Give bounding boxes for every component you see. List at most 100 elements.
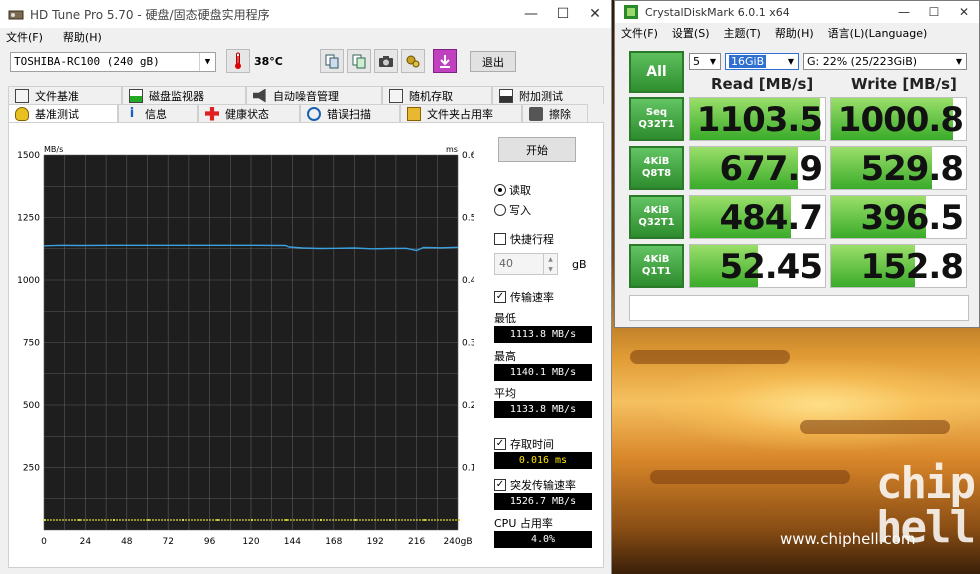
down-arrow-icon[interactable]: ▼ bbox=[548, 266, 553, 273]
size-select[interactable]: 16GiB ▼ bbox=[725, 53, 799, 70]
y-left-tick-label: 1250 bbox=[17, 214, 40, 224]
spinner-arrows[interactable]: ▲ ▼ bbox=[543, 254, 557, 274]
tab-erase[interactable]: 擦除 bbox=[522, 104, 588, 122]
avg-label: 平均 bbox=[494, 387, 516, 400]
test-name: Seq bbox=[645, 107, 668, 118]
drive-select[interactable]: TOSHIBA-RC100 (240 gB) ▼ bbox=[10, 52, 216, 72]
read-radio[interactable]: 读取 bbox=[494, 182, 531, 198]
info-icon: i bbox=[129, 105, 135, 121]
options-button[interactable] bbox=[401, 49, 425, 73]
x-tick-label: 24 bbox=[80, 537, 92, 547]
cdm-menu-settings[interactable]: 设置(S) bbox=[672, 25, 710, 41]
thermometer-button[interactable] bbox=[226, 49, 250, 73]
tab-error-scan[interactable]: 错误扫描 bbox=[300, 104, 400, 122]
test-button[interactable]: 4KiB Q8T8 bbox=[629, 146, 684, 190]
runs-select[interactable]: 5 ▼ bbox=[689, 53, 721, 70]
up-arrow-icon[interactable]: ▲ bbox=[548, 256, 553, 263]
cdm-minimize-button[interactable]: — bbox=[889, 1, 919, 23]
save-download-button[interactable] bbox=[433, 49, 457, 73]
tab-extra-tests[interactable]: 附加测试 bbox=[492, 86, 604, 104]
tab-disk-monitor[interactable]: 磁盘监视器 bbox=[122, 86, 246, 104]
toolbar: TOSHIBA-RC100 (240 gB) ▼ 38°C 退出 bbox=[0, 46, 611, 80]
cdm-titlebar[interactable]: CrystalDiskMark 6.0.1 x64 — ☐ ✕ bbox=[615, 1, 979, 23]
exit-button[interactable]: 退出 bbox=[470, 51, 516, 72]
thermometer-icon bbox=[235, 52, 241, 69]
x-tick-label: 240gB bbox=[443, 537, 472, 547]
test-queue: Q1T1 bbox=[641, 266, 672, 277]
y-right-tick-label: 0.30 bbox=[462, 339, 474, 349]
maximize-button[interactable]: ☐ bbox=[547, 0, 579, 28]
tab-random-access[interactable]: 随机存取 bbox=[382, 86, 492, 104]
tab-label: 自动噪音管理 bbox=[273, 89, 339, 103]
read-result-value: 1103.5 bbox=[696, 100, 823, 140]
read-result-cell: 1103.5 bbox=[689, 97, 826, 141]
test-name: 4KiB bbox=[643, 156, 670, 167]
y-left-tick-label: 750 bbox=[23, 339, 40, 349]
test-name: 4KiB bbox=[643, 205, 670, 216]
health-cross-icon bbox=[205, 106, 219, 121]
test-button[interactable]: Seq Q32T1 bbox=[629, 97, 684, 141]
short-stroke-checkbox[interactable]: 快捷行程 bbox=[494, 231, 554, 247]
screenshot-button[interactable] bbox=[374, 49, 398, 73]
read-result-cell: 52.45 bbox=[689, 244, 826, 288]
tab-aam[interactable]: 自动噪音管理 bbox=[246, 86, 382, 104]
extra-tests-icon bbox=[499, 88, 513, 103]
y-left-unit: MB/s bbox=[44, 145, 63, 154]
y-right-tick-label: 0.20 bbox=[462, 401, 474, 411]
transfer-rate-checkbox[interactable]: ✓ 传输速率 bbox=[494, 289, 554, 305]
tab-folder-usage[interactable]: 文件夹占用率 bbox=[400, 104, 522, 122]
tab-label: 擦除 bbox=[549, 107, 571, 121]
min-label: 最低 bbox=[494, 312, 516, 325]
disk-monitor-icon bbox=[129, 88, 143, 103]
write-radio[interactable]: 写入 bbox=[494, 202, 531, 218]
tab-health[interactable]: 健康状态 bbox=[198, 104, 300, 122]
copy-text-button[interactable] bbox=[320, 49, 344, 73]
copy-info-button[interactable] bbox=[347, 49, 371, 73]
test-button[interactable]: 4KiB Q1T1 bbox=[629, 244, 684, 288]
access-time-checkbox[interactable]: ✓ 存取时间 bbox=[494, 436, 554, 452]
trash-icon bbox=[529, 106, 543, 121]
tab-benchmark[interactable]: 基准测试 bbox=[8, 104, 118, 122]
drive-target-select[interactable]: G: 22% (25/223GiB) ▼ bbox=[803, 53, 967, 70]
chart-grid bbox=[43, 154, 459, 531]
menu-help[interactable]: 帮助(H) bbox=[63, 29, 102, 45]
comment-field[interactable] bbox=[629, 295, 969, 321]
file-benchmark-icon bbox=[15, 88, 29, 103]
cdm-menu-theme[interactable]: 主题(T) bbox=[724, 25, 761, 41]
x-tick-label: 144 bbox=[284, 537, 301, 547]
minimize-button[interactable]: — bbox=[515, 0, 547, 28]
cdm-menu-help[interactable]: 帮助(H) bbox=[775, 25, 814, 41]
short-stroke-spinner[interactable]: 40 ▲ ▼ bbox=[494, 253, 558, 275]
chevron-down-icon[interactable]: ▼ bbox=[706, 54, 720, 69]
test-button[interactable]: 4KiB Q32T1 bbox=[629, 195, 684, 239]
run-all-button[interactable]: All bbox=[629, 51, 684, 93]
tab-info[interactable]: i 信息 bbox=[118, 104, 198, 122]
wallpaper-cloud bbox=[630, 350, 790, 364]
chevron-down-icon[interactable]: ▼ bbox=[199, 53, 215, 71]
lightbulb-icon bbox=[15, 106, 29, 121]
cdm-maximize-button[interactable]: ☐ bbox=[919, 1, 949, 23]
menu-file[interactable]: 文件(F) bbox=[6, 29, 43, 45]
y-right-tick-label: 0.60 bbox=[462, 151, 474, 161]
hdtune-titlebar[interactable]: HD Tune Pro 5.70 - 硬盘/固态硬盘实用程序 — ☐ ✕ bbox=[0, 0, 611, 28]
burst-rate-checkbox[interactable]: ✓ 突发传输速率 bbox=[494, 477, 576, 493]
y-right-unit: ms bbox=[446, 145, 458, 154]
checkbox-box: ✓ bbox=[494, 438, 506, 450]
min-value: 1113.8 MB/s bbox=[494, 326, 592, 343]
chevron-down-icon[interactable]: ▼ bbox=[952, 54, 966, 69]
max-label: 最高 bbox=[494, 350, 516, 363]
close-button[interactable]: ✕ bbox=[579, 0, 611, 28]
tab-file-benchmark[interactable]: 文件基准 bbox=[8, 86, 122, 104]
chevron-down-icon[interactable]: ▼ bbox=[784, 54, 798, 69]
burst-rate-label: 突发传输速率 bbox=[510, 479, 576, 492]
tab-label: 信息 bbox=[145, 107, 167, 121]
hdtune-app-icon bbox=[8, 10, 24, 20]
cdm-close-button[interactable]: ✕ bbox=[949, 1, 979, 23]
folder-icon bbox=[407, 106, 421, 121]
cdm-menu-file[interactable]: 文件(F) bbox=[621, 25, 658, 41]
test-name: 4KiB bbox=[643, 254, 670, 265]
tab-label: 附加测试 bbox=[519, 89, 563, 103]
x-tick-label: 72 bbox=[162, 537, 173, 547]
start-button[interactable]: 开始 bbox=[498, 137, 576, 162]
cpu-usage-value: 4.0% bbox=[494, 531, 592, 548]
